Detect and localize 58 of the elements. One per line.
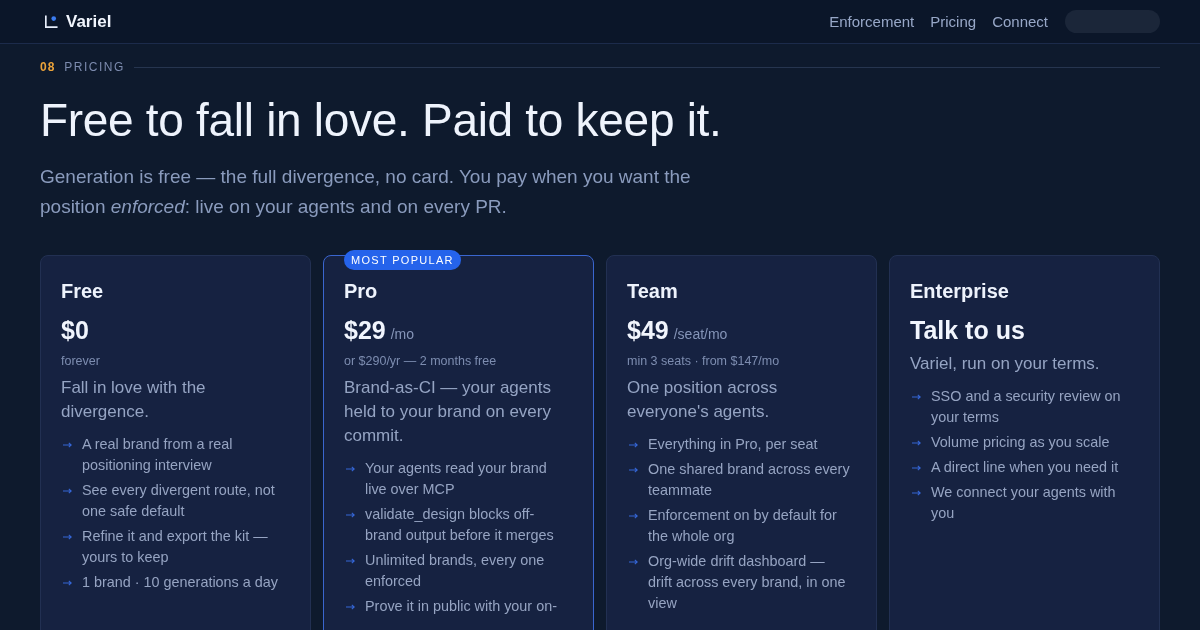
- page-headline: Free to fall in love. Paid to keep it.: [40, 93, 723, 148]
- feature-text: We connect your agents with you: [931, 483, 1117, 523]
- arrow-icon: [346, 558, 355, 564]
- arrow-icon: [63, 488, 72, 494]
- plan-price: Talk to us: [910, 315, 1025, 346]
- price-note: min 3 seats · from $147/mo: [627, 353, 781, 370]
- arrow-icon: [346, 604, 355, 610]
- nav-link[interactable]: Enforcement: [829, 13, 915, 30]
- arrow-icon: [629, 442, 638, 448]
- arrow-icon: [912, 394, 921, 400]
- logo-icon: [45, 15, 58, 28]
- nav-link[interactable]: Connect: [992, 13, 1048, 30]
- feature-text: Prove it in public with your on-: [365, 597, 557, 616]
- feature-text: SSO and a security review on your terms: [931, 387, 1122, 427]
- feature-text: A direct line when you need it: [931, 458, 1119, 477]
- brand-name[interactable]: Variel: [66, 11, 112, 32]
- arrow-icon: [63, 442, 72, 448]
- arrow-icon: [912, 465, 921, 471]
- feature-text: See every divergent route, not one safe default: [82, 481, 276, 521]
- arrow-icon: [629, 513, 638, 519]
- feature-text: Refine it and export the kit — yours to keep: [82, 527, 269, 567]
- price-note: forever: [61, 353, 101, 370]
- arrow-icon: [912, 440, 921, 446]
- plan-price: $0: [61, 315, 89, 346]
- plan-name: Team: [627, 279, 679, 304]
- section-label: PRICING: [64, 60, 125, 74]
- plan-price: $49: [627, 315, 669, 346]
- plan-price: $29: [344, 315, 386, 346]
- plan-name: Pro: [344, 279, 379, 304]
- plan-description: Variel, run on your terms.: [910, 353, 1101, 375]
- plan-name: Enterprise: [910, 279, 1010, 304]
- feature-text: Unlimited brands, every one enforced: [365, 551, 546, 591]
- plan-description: Brand-as-CI — your agents held to your brand on every commit.: [344, 377, 552, 447]
- arrow-icon: [346, 512, 355, 518]
- feature-text: Everything in Pro, per seat: [648, 435, 818, 454]
- arrow-icon: [346, 466, 355, 472]
- section-number: 08: [40, 60, 56, 74]
- popular-badge: MOST POPULAR: [344, 250, 461, 270]
- price-period: /seat/mo: [673, 326, 728, 342]
- plan-description: Fall in love with the divergence.: [61, 377, 207, 423]
- feature-text: Enforcement on by default for the whole org: [648, 506, 838, 546]
- feature-text: 1 brand · 10 generations a day: [82, 573, 278, 592]
- feature-text: validate_design blocks off-brand output before it merges: [365, 505, 555, 545]
- feature-text: One shared brand across every teammate: [648, 460, 851, 500]
- price-note: or $290/yr — 2 months free: [344, 353, 498, 370]
- arrow-icon: [63, 534, 72, 540]
- feature-text: A real brand from a real positioning interview: [82, 435, 234, 475]
- plan-description: One position across everyone's agents.: [627, 377, 779, 423]
- intro-paragraph: Generation is free — the full divergence, no card. You pay when you want the position enforced: live on your agents and on every PR.: [40, 165, 692, 219]
- plan-name: Free: [61, 279, 105, 304]
- feature-text: Org-wide drift dashboard — drift across every brand, in one view: [648, 552, 847, 613]
- price-period: /mo: [390, 326, 415, 342]
- nav-link[interactable]: Pricing: [930, 13, 977, 30]
- arrow-icon: [63, 580, 72, 586]
- feature-text: Volume pricing as you scale: [931, 433, 1110, 452]
- arrow-icon: [912, 490, 921, 496]
- arrow-icon: [629, 559, 638, 565]
- arrow-icon: [629, 467, 638, 473]
